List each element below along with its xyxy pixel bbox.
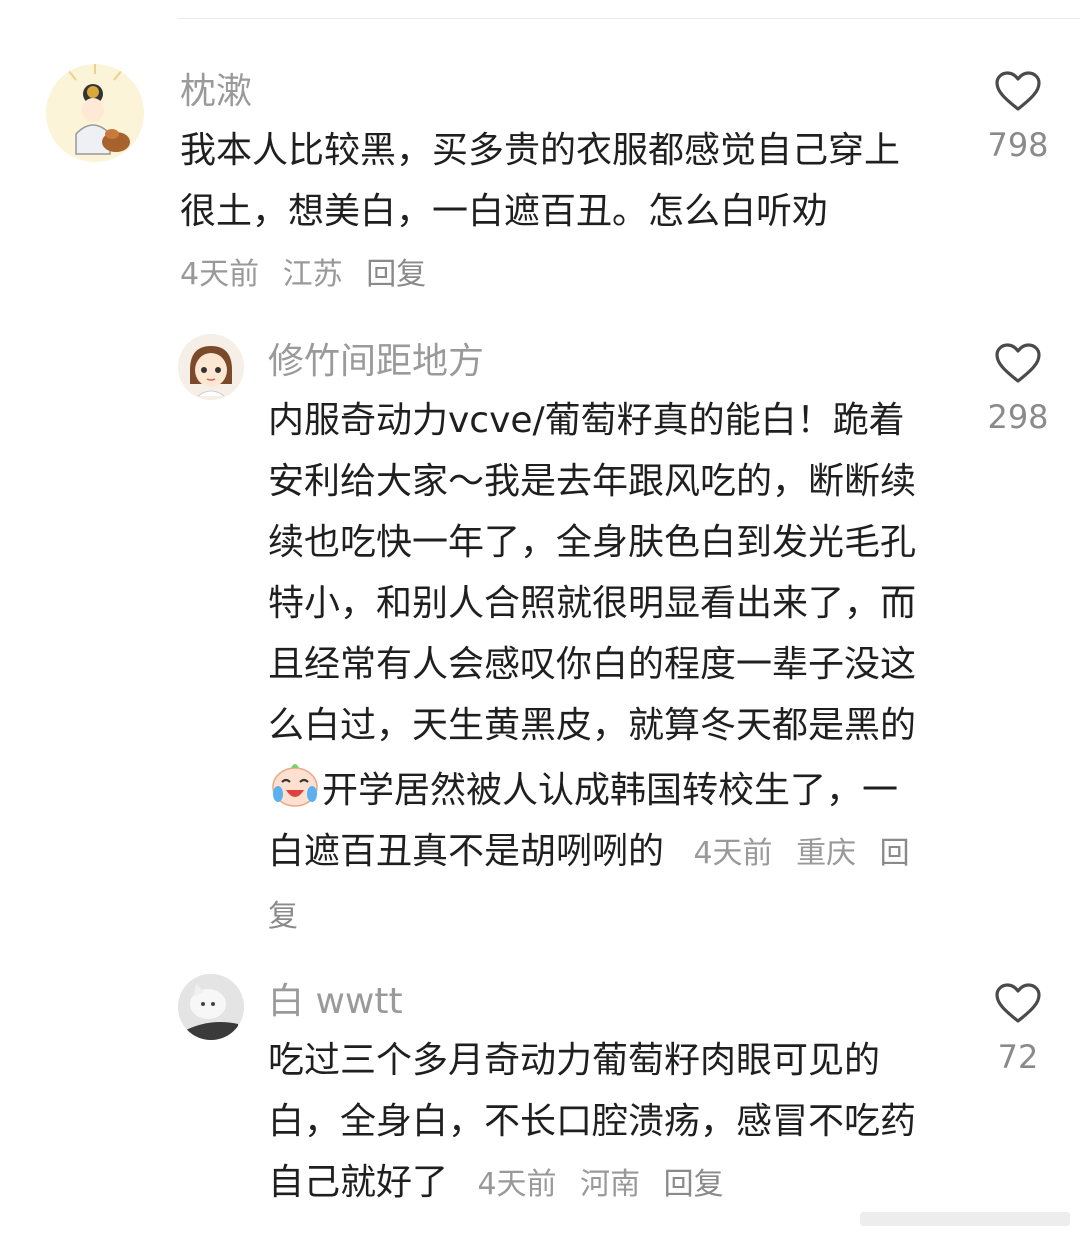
heart-outline-icon — [995, 983, 1041, 1023]
top-divider — [178, 18, 1080, 19]
reply-button[interactable]: 回复 — [366, 257, 426, 292]
comment-meta: 4天前 河南 回复 — [477, 1167, 737, 1202]
heart-outline-icon — [995, 71, 1041, 111]
like-button[interactable]: 798 — [978, 70, 1058, 164]
comment-time: 4天前 — [180, 257, 260, 292]
username[interactable]: 枕漱 — [180, 72, 252, 112]
like-button[interactable]: 298 — [978, 342, 1058, 436]
avatar-girl-icon — [178, 334, 244, 400]
avatar[interactable] — [178, 974, 244, 1040]
comment-text: 吃过三个多月奇动力葡萄籽肉眼可见的白，全身白，不长口腔溃疡，感冒不吃药自己就好了… — [268, 1030, 932, 1215]
like-count: 72 — [997, 1038, 1039, 1076]
like-count: 298 — [987, 398, 1049, 436]
like-button[interactable]: 72 — [978, 982, 1058, 1076]
crying-laughing-emoji-icon — [268, 756, 322, 810]
reply-button[interactable]: 回复 — [664, 1167, 724, 1202]
comment-time: 4天前 — [693, 836, 773, 871]
username[interactable]: 修竹间距地方 — [268, 342, 484, 382]
avatar-illustration-icon — [46, 64, 144, 162]
comment-location: 重庆 — [796, 836, 857, 871]
watermark-logo-icon — [860, 1212, 1070, 1226]
comment-body-part-1: 内服奇动力vcve/葡萄籽真的能白！跪着安利给大家～我是去年跟风吃的，断断续续也… — [268, 400, 917, 746]
comment-meta: 4天前 江苏 回复 — [180, 257, 440, 292]
avatar-cat-icon — [178, 974, 244, 1040]
comment-body: 我本人比较黑，买多贵的衣服都感觉自己穿上很土，想美白，一白遮百丑。怎么白听劝 — [180, 130, 901, 232]
username[interactable]: 白 wwtt — [268, 982, 403, 1022]
comment-location: 江苏 — [282, 257, 343, 292]
comment-time: 4天前 — [477, 1167, 557, 1202]
comment-text: 内服奇动力vcve/葡萄籽真的能白！跪着安利给大家～我是去年跟风吃的，断断续续也… — [268, 390, 932, 947]
comment-text: 我本人比较黑，买多贵的衣服都感觉自己穿上很土，想美白，一白遮百丑。怎么白听劝 4… — [180, 120, 932, 305]
like-count: 798 — [987, 126, 1049, 164]
heart-outline-icon — [995, 343, 1041, 383]
avatar[interactable] — [46, 64, 144, 162]
avatar[interactable] — [178, 334, 244, 400]
comment-location: 河南 — [580, 1167, 641, 1202]
watermark — [860, 1208, 1070, 1230]
